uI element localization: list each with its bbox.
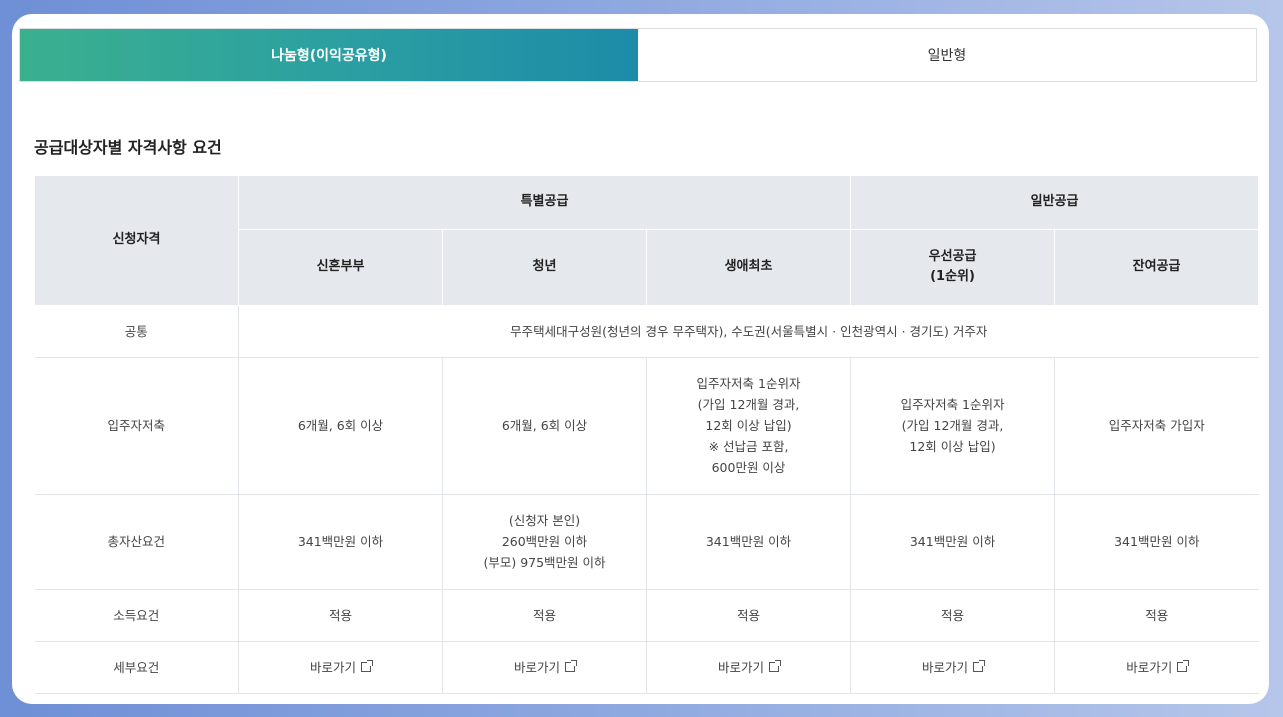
details-link-label: 바로가기 [513,659,560,675]
row-label-income: 소득요건 [34,588,239,642]
table-row-savings: 입주자저축 6개월, 6회 이상 6개월, 6회 이상 입주자저축 1순위자 (… [34,356,1259,495]
savings-priority-line: 12회 이상 납입) [909,439,996,454]
income-youth: 적용 [442,588,647,642]
details-link-remaining[interactable]: 바로가기 [1126,659,1190,675]
content-panel: 나눔형(이익공유형) 일반형 공급대상자별 자격사항 요건 신청자격 특별공급 … [12,14,1269,704]
assets-youth-line: (신청자 본인) [508,513,581,528]
savings-first-time-line: ※ 선납금 포함, [708,439,789,454]
savings-first-time-line: 입주자저축 1순위자 [696,376,801,391]
table-row-assets: 총자산요건 341백만원 이하 (신청자 본인) 260백만원 이하 (부모) … [34,493,1259,590]
external-link-icon [565,660,577,672]
savings-priority-line: (가입 12개월 경과, [901,418,1004,433]
savings-youth: 6개월, 6회 이상 [442,356,647,495]
details-cell-remaining: 바로가기 [1054,640,1259,694]
details-link-label: 바로가기 [309,659,356,675]
type-tabs: 나눔형(이익공유형) 일반형 [19,28,1257,82]
assets-priority: 341백만원 이하 [850,493,1056,590]
assets-newlyweds: 341백만원 이하 [238,493,443,590]
details-cell-newlyweds: 바로가기 [238,640,443,694]
details-link-priority[interactable]: 바로가기 [922,659,986,675]
external-link-icon [769,660,782,672]
table-row-income: 소득요건 적용 적용 적용 적용 적용 [34,588,1259,642]
details-cell-first-time: 바로가기 [645,640,852,694]
details-cell-priority: 바로가기 [850,640,1056,694]
row-label-details: 세부요건 [34,640,239,694]
header-priority-supply: 우선공급 (1순위) [850,229,1056,306]
header-eligibility: 신청자격 [34,176,239,306]
income-remaining: 적용 [1054,588,1259,642]
header-general-supply: 일반공급 [850,176,1260,230]
details-link-newlyweds[interactable]: 바로가기 [309,659,373,675]
section-title: 공급대상자별 자격사항 요건 [34,138,222,157]
header-priority-line1: 우선공급 [928,249,977,264]
row-label-common: 공통 [34,304,239,358]
details-link-youth[interactable]: 바로가기 [513,659,577,675]
details-link-label: 바로가기 [922,659,969,675]
header-special-supply: 특별공급 [237,176,852,230]
row-label-savings: 입주자저축 [34,356,239,495]
header-remaining-supply: 잔여공급 [1054,229,1260,306]
common-value: 무주택세대구성원(청년의 경우 무주택자), 수도권(서울특별시 · 인천광역시… [237,304,1259,358]
savings-first-time-line: (가입 12개월 경과, [697,397,800,412]
external-link-icon [361,660,373,672]
savings-priority-line: 입주자저축 1순위자 [900,397,1005,412]
savings-first-time: 입주자저축 1순위자 (가입 12개월 경과, 12회 이상 납입) ※ 선납금… [645,356,852,495]
savings-priority: 입주자저축 1순위자 (가입 12개월 경과, 12회 이상 납입) [850,356,1056,495]
assets-youth: (신청자 본인) 260백만원 이하 (부모) 975백만원 이하 [442,493,647,590]
assets-youth-line: 260백만원 이하 [501,534,588,549]
details-cell-youth: 바로가기 [442,640,647,694]
details-link-label: 바로가기 [718,659,765,675]
savings-remaining: 입주자저축 가입자 [1054,356,1259,495]
external-link-icon [973,660,986,672]
income-priority: 적용 [850,588,1056,642]
savings-newlyweds: 6개월, 6회 이상 [238,356,443,495]
income-newlyweds: 적용 [238,588,443,642]
savings-first-time-line: 600만원 이상 [711,460,786,475]
table-row-common: 공통 무주택세대구성원(청년의 경우 무주택자), 수도권(서울특별시 · 인천… [34,304,1259,358]
header-newlyweds: 신혼부부 [238,229,443,306]
tab-general-type[interactable]: 일반형 [638,29,1256,81]
external-link-icon [1177,660,1190,672]
header-youth: 청년 [442,229,647,306]
assets-remaining: 341백만원 이하 [1054,493,1259,590]
assets-youth-line: (부모) 975백만원 이하 [483,555,606,570]
table-row-details: 세부요건 바로가기 바로가기 바로가기 바로가기 바로가기 [34,640,1259,694]
details-link-first-time[interactable]: 바로가기 [718,659,782,675]
details-link-label: 바로가기 [1126,659,1173,675]
tab-sharing-type[interactable]: 나눔형(이익공유형) [20,29,638,81]
savings-first-time-line: 12회 이상 납입) [705,418,792,433]
income-first-time: 적용 [645,588,852,642]
eligibility-table: 신청자격 특별공급 일반공급 신혼부부 청년 생애최초 우선공급 (1순위) 잔… [34,176,1260,694]
header-priority-line2: (1순위) [930,269,975,284]
assets-first-time: 341백만원 이하 [645,493,852,590]
header-first-time: 생애최초 [645,229,852,306]
row-label-assets: 총자산요건 [34,493,239,590]
